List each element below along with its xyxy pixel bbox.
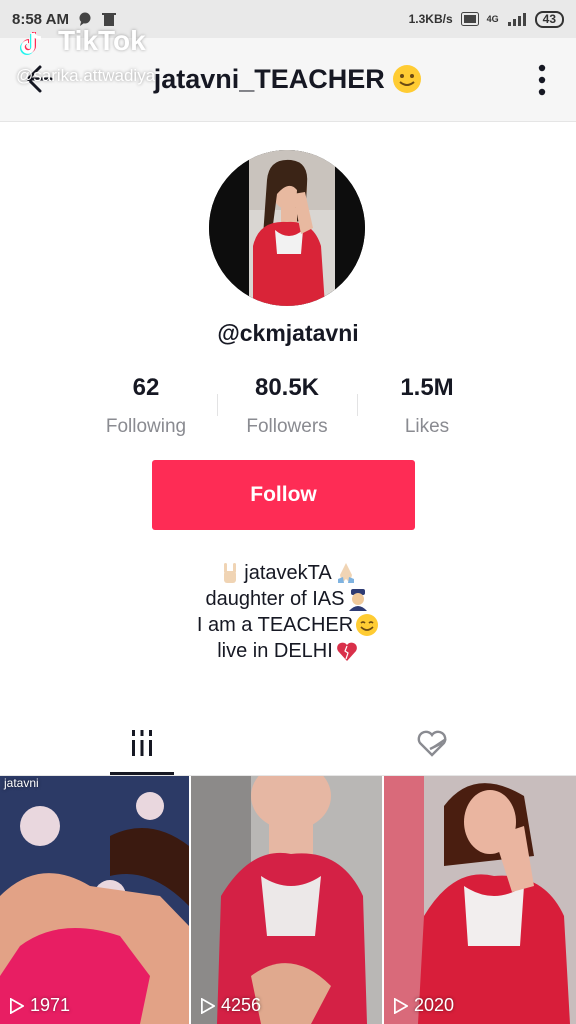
video-thumbnail[interactable]: jatavni 1971 xyxy=(0,776,189,1024)
grid-bars-icon xyxy=(132,730,152,756)
mending-heart-icon xyxy=(336,642,357,661)
tiktok-logo-icon xyxy=(20,32,42,55)
network-type: 4G xyxy=(486,14,499,24)
bio-text: I am a TEACHER xyxy=(196,614,354,636)
video-thumbnail-image xyxy=(191,776,382,1024)
status-right: 1.3KB/s 4G 43 xyxy=(408,10,564,28)
stat-following[interactable]: 62 Following xyxy=(66,374,226,438)
net-speed: 1.3KB/s xyxy=(408,12,453,26)
profile-bio: jatavekTA daughter of IAS I am a TEACHER xyxy=(0,560,576,664)
video-grid: jatavni 1971 4256 2020 xyxy=(0,776,576,1024)
liked-heart-icon xyxy=(417,730,447,757)
smiling-face-icon xyxy=(356,614,379,636)
profile-tabs xyxy=(0,710,576,776)
stat-label: Likes xyxy=(404,416,450,437)
video-thumbnail-image xyxy=(0,776,189,1024)
play-icon xyxy=(394,997,408,1014)
bio-line: live in DELHI xyxy=(0,638,576,664)
tab-liked[interactable] xyxy=(400,710,464,776)
video-thumbnail-image xyxy=(384,776,576,1024)
stat-value: 62 xyxy=(132,374,160,401)
tiktok-watermark: TikTok xyxy=(18,24,146,58)
bio-line: daughter of IAS xyxy=(0,586,576,612)
bio-text: jatavekTA xyxy=(244,562,332,584)
folded-hands-icon xyxy=(337,563,354,583)
watermark-username: @sarika.attwadiya xyxy=(16,66,156,85)
stat-label: Followers xyxy=(246,416,328,437)
slightly-smiling-face-icon xyxy=(393,65,422,93)
follow-button[interactable]: Follow xyxy=(152,460,415,530)
play-icon xyxy=(10,997,24,1014)
play-icon xyxy=(201,997,215,1014)
more-options-icon[interactable] xyxy=(538,64,546,96)
battery-level: 43 xyxy=(542,12,556,26)
bio-text: daughter of IAS xyxy=(205,588,345,610)
play-count: 1971 xyxy=(10,995,70,1016)
police-officer-icon xyxy=(349,589,368,611)
video-caption: jatavni xyxy=(4,776,39,790)
bio-line: I am a TEACHER xyxy=(0,612,576,638)
bio-text: live in DELHI xyxy=(217,640,333,662)
profile-stats: 62 Following 80.5K Followers 1.5M Likes xyxy=(0,374,576,444)
stat-likes[interactable]: 1.5M Likes xyxy=(347,374,507,438)
video-thumbnail[interactable]: 4256 xyxy=(191,776,382,1024)
avatar[interactable] xyxy=(209,150,365,306)
play-count-value: 4256 xyxy=(221,995,262,1015)
stat-followers[interactable]: 80.5K Followers xyxy=(207,374,367,438)
profile-section: @ckmjatavni 62 Following 80.5K Followers… xyxy=(0,122,576,710)
play-count: 4256 xyxy=(201,995,261,1016)
sign-of-the-horns-icon xyxy=(224,563,237,583)
profile-username: @ckmjatavni xyxy=(217,320,359,346)
bio-line: jatavekTA xyxy=(0,560,576,586)
tab-videos[interactable] xyxy=(110,710,174,776)
play-count-value: 2020 xyxy=(414,995,455,1015)
watermark-brand: TikTok xyxy=(58,25,146,56)
tab-active-indicator xyxy=(110,772,174,775)
battery-indicator: 43 xyxy=(534,10,564,28)
page-title-text: jatavni_TEACHER xyxy=(153,64,385,94)
avatar-image xyxy=(209,150,365,306)
stat-value: 1.5M xyxy=(400,374,454,401)
play-count-value: 1971 xyxy=(30,995,71,1015)
stat-label: Following xyxy=(105,416,187,437)
volte-icon xyxy=(460,12,479,26)
video-thumbnail[interactable]: 2020 xyxy=(384,776,576,1024)
stat-value: 80.5K xyxy=(254,374,320,401)
play-count: 2020 xyxy=(394,995,454,1016)
signal-icon xyxy=(507,13,526,26)
